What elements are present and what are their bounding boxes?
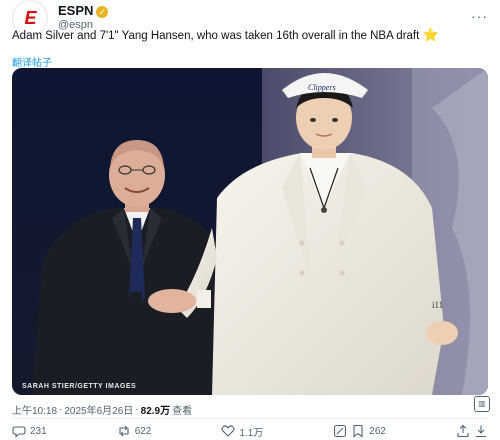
retweet-count: 622 [134,425,152,437]
tweet-header: E ESPN ✓ @espn [12,0,109,36]
reply-count: 231 [30,425,47,437]
more-options-icon[interactable]: ··· [471,8,488,24]
tweet-photo[interactable]: Clippers i11 SARAH STIER/GETTY IMAGES [12,68,488,395]
reply-icon [12,424,26,438]
like-button[interactable]: 1.1万 [221,424,263,439]
download-icon[interactable] [474,424,488,438]
espn-logo: E [24,7,36,28]
bookmark-count: 262 [369,425,386,437]
verified-badge-icon: ✓ [96,5,109,18]
star-emoji-icon: ⭐ [422,27,439,42]
retweet-button[interactable]: 622 [117,424,152,438]
views-label: 查看 [172,406,193,417]
tweet-meta: 上午10:18 · 2025年6月26日 · 82.9万 查看 [12,402,192,417]
bookmark-icon [351,424,365,438]
bookmark-button[interactable]: 262 [333,424,386,438]
retweet-icon [117,424,131,438]
share-button[interactable] [456,424,488,438]
action-bar: 231 622 1.1万 262 [12,424,488,439]
share-icon [456,424,470,438]
tweet-date[interactable]: 2025年6月26日 [64,402,133,417]
meta-separator: · [59,404,63,415]
cap-text: Clippers [308,83,336,92]
like-count: 1.1万 [239,427,264,439]
tweet-time[interactable]: 上午10:18 [12,402,57,417]
grok-icon [333,424,347,438]
analytics-icon[interactable]: ▥ [474,396,490,412]
meta-separator-2: · [135,404,139,415]
photo-credit: SARAH STIER/GETTY IMAGES [22,383,136,390]
draft-photo-illustration: Clippers i11 SARAH STIER/GETTY IMAGES [12,68,488,395]
display-name-text: ESPN [58,3,94,19]
jacket-tag-text: i11 [432,300,443,310]
reply-button[interactable]: 231 [12,424,47,438]
heart-icon [221,424,235,438]
actions-divider [12,418,488,419]
tweet-text: Adam Silver and 7'1" Yang Hansen, who wa… [12,28,482,43]
tweet-body: Adam Silver and 7'1" Yang Hansen, who wa… [12,30,420,42]
translate-post-link[interactable]: 翻译帖子 [12,54,52,69]
display-name[interactable]: ESPN ✓ [58,3,109,19]
view-count: 82.9万 [140,406,171,417]
